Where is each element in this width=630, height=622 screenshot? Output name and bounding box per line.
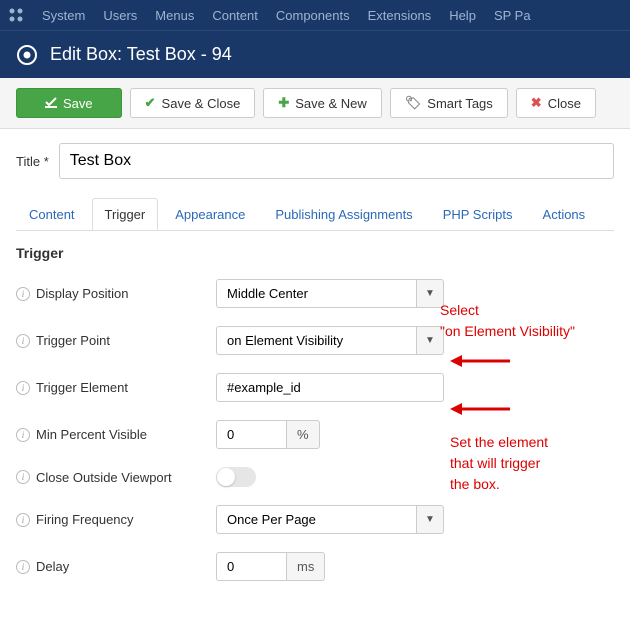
save-button[interactable]: Save xyxy=(16,88,122,118)
save-close-button[interactable]: ✔ Save & Close xyxy=(130,88,256,118)
tab-advanced[interactable]: Adva xyxy=(602,198,614,231)
page-titlebar: Edit Box: Test Box - 94 xyxy=(0,30,630,78)
title-input[interactable] xyxy=(59,143,614,179)
arrow-annotation-1 xyxy=(450,351,510,371)
tab-content[interactable]: Content xyxy=(16,198,88,231)
info-icon[interactable]: i xyxy=(16,560,30,574)
section-title: Trigger xyxy=(16,245,614,261)
row-trigger-element: i Trigger Element xyxy=(16,373,614,402)
save-icon xyxy=(45,96,57,111)
top-menu-bar: System Users Menus Content Components Ex… xyxy=(0,0,630,30)
save-new-label: Save & New xyxy=(295,96,367,111)
close-button[interactable]: ✖ Close xyxy=(516,88,596,118)
check-icon: ✔ xyxy=(145,95,156,111)
label-close-outside-viewport: Close Outside Viewport xyxy=(36,470,172,485)
dropdown-button[interactable]: ▼ xyxy=(416,505,444,534)
select-display-position[interactable] xyxy=(216,279,416,308)
menu-content[interactable]: Content xyxy=(212,8,258,23)
label-min-percent-visible: Min Percent Visible xyxy=(36,427,147,442)
smart-tags-label: Smart Tags xyxy=(427,96,493,111)
save-label: Save xyxy=(63,96,93,111)
label-trigger-element: Trigger Element xyxy=(36,380,128,395)
tab-publishing-assignments[interactable]: Publishing Assignments xyxy=(262,198,425,231)
input-trigger-element[interactable] xyxy=(216,373,444,402)
select-firing-frequency[interactable] xyxy=(216,505,416,534)
info-icon[interactable]: i xyxy=(16,513,30,527)
menu-users[interactable]: Users xyxy=(103,8,137,23)
label-display-position: Display Position xyxy=(36,286,129,301)
chevron-down-icon: ▼ xyxy=(425,514,435,525)
info-icon[interactable]: i xyxy=(16,334,30,348)
menu-extensions[interactable]: Extensions xyxy=(368,8,432,23)
close-label: Close xyxy=(548,96,581,111)
target-icon xyxy=(16,44,38,66)
chevron-down-icon: ▼ xyxy=(425,335,435,346)
menu-sp-page[interactable]: SP Pa xyxy=(494,8,531,23)
menu-menus[interactable]: Menus xyxy=(155,8,194,23)
menu-system[interactable]: System xyxy=(42,8,85,23)
toolbar: Save ✔ Save & Close ✚ Save & New 🏷 Smart… xyxy=(0,78,630,129)
info-icon[interactable]: i xyxy=(16,381,30,395)
tab-appearance[interactable]: Appearance xyxy=(162,198,258,231)
input-min-percent-visible[interactable] xyxy=(216,420,286,449)
annotation-text-2: Set the element that will trigger the bo… xyxy=(450,432,548,495)
label-trigger-point: Trigger Point xyxy=(36,333,110,348)
plus-icon: ✚ xyxy=(278,95,289,111)
arrow-annotation-2 xyxy=(450,399,510,419)
close-icon: ✖ xyxy=(531,95,542,111)
tab-actions[interactable]: Actions xyxy=(530,198,599,231)
label-firing-frequency: Firing Frequency xyxy=(36,512,134,527)
row-firing-frequency: i Firing Frequency ▼ xyxy=(16,505,614,534)
save-close-label: Save & Close xyxy=(162,96,241,111)
smart-tags-button[interactable]: 🏷 Smart Tags xyxy=(390,88,508,118)
select-trigger-point[interactable] xyxy=(216,326,416,355)
save-new-button[interactable]: ✚ Save & New xyxy=(263,88,381,118)
joomla-icon xyxy=(8,7,24,23)
row-delay: i Delay ms xyxy=(16,552,614,581)
suffix-ms: ms xyxy=(286,552,325,581)
chevron-down-icon: ▼ xyxy=(425,288,435,299)
tab-trigger[interactable]: Trigger xyxy=(92,198,159,231)
tabs: Content Trigger Appearance Publishing As… xyxy=(16,197,614,231)
label-delay: Delay xyxy=(36,559,69,574)
menu-help[interactable]: Help xyxy=(449,8,476,23)
page-title: Edit Box: Test Box - 94 xyxy=(50,44,232,65)
input-delay[interactable] xyxy=(216,552,286,581)
suffix-percent: % xyxy=(286,420,320,449)
tab-php-scripts[interactable]: PHP Scripts xyxy=(430,198,526,231)
info-icon[interactable]: i xyxy=(16,428,30,442)
info-icon[interactable]: i xyxy=(16,287,30,301)
annotation-text-1: Select "on Element Visibility" xyxy=(440,300,575,342)
tag-icon: 🏷 xyxy=(405,95,422,111)
info-icon[interactable]: i xyxy=(16,470,30,484)
menu-components[interactable]: Components xyxy=(276,8,350,23)
toggle-close-outside-viewport[interactable] xyxy=(216,467,256,487)
title-label: Title * xyxy=(16,154,49,169)
title-row: Title * xyxy=(16,143,614,179)
